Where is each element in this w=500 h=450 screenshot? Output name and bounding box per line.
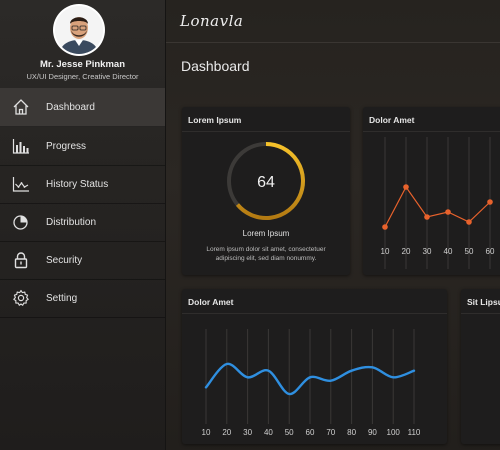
x-tick-label: 80 xyxy=(347,428,356,437)
x-tick-label: 110 xyxy=(408,428,421,437)
sidebar-item-history-status[interactable]: History Status xyxy=(0,165,165,204)
sidebar-item-label: Distribution xyxy=(46,216,97,228)
profile-role: UX/UI Designer, Creative Director xyxy=(26,72,139,81)
sidebar-item-progress[interactable]: Progress xyxy=(0,127,165,166)
x-tick-label: 60 xyxy=(486,247,495,256)
x-tick-label: 20 xyxy=(402,247,411,256)
gauge-card: Lorem Ipsum 64 Lorem Ipsum Lorem ipsum d… xyxy=(182,107,350,275)
card-title: Sit Lipsu xyxy=(467,297,500,307)
x-tick-label: 50 xyxy=(285,428,294,437)
data-point xyxy=(466,219,472,225)
gear-icon xyxy=(13,289,29,306)
x-tick-label: 10 xyxy=(202,428,211,437)
orange-line-card: Dolor Amet 10 20 30 40 50 60 xyxy=(363,107,500,275)
sidebar-item-label: Progress xyxy=(46,140,87,152)
gauge-label: Lorem Ipsum xyxy=(242,229,290,238)
x-tick-label: 30 xyxy=(243,428,252,437)
blue-line-card: Dolor Amet 10 20 30 40 50 60 70 80 90 100 110 xyxy=(182,289,447,444)
x-tick-label: 20 xyxy=(222,428,231,437)
pie-chart-icon xyxy=(13,215,28,230)
sidebar-item-label: History Status xyxy=(46,178,109,190)
sidebar: Mr. Jesse Pinkman UX/UI Designer, Creati… xyxy=(0,0,166,450)
x-tick-label: 50 xyxy=(465,247,474,256)
lock-icon xyxy=(14,252,28,269)
avatar-image xyxy=(55,6,103,54)
x-tick-label: 40 xyxy=(264,428,273,437)
data-point xyxy=(382,224,388,230)
line-chart-icon xyxy=(12,177,29,192)
x-tick-label: 30 xyxy=(423,247,432,256)
sit-lipsu-card: Sit Lipsu xyxy=(461,289,500,444)
blue-line-chart: 10 20 30 40 50 60 70 80 90 100 110 xyxy=(202,329,421,437)
sidebar-item-label: Security xyxy=(46,254,83,266)
page-title: Dashboard xyxy=(181,58,250,74)
data-point xyxy=(424,214,430,220)
card-divider xyxy=(461,313,500,314)
sidebar-item-label: Dashboard xyxy=(46,101,95,113)
header-divider xyxy=(166,42,500,43)
x-tick-label: 70 xyxy=(326,428,335,437)
data-point xyxy=(403,184,409,190)
series-line xyxy=(384,185,491,228)
x-tick-label: 100 xyxy=(387,428,401,437)
profile-name: Mr. Jesse Pinkman xyxy=(39,59,126,70)
sidebar-item-dashboard[interactable]: Dashboard xyxy=(0,88,165,127)
x-tick-label: 10 xyxy=(381,247,390,256)
gauge-value: 64 xyxy=(257,174,275,191)
x-tick-label: 90 xyxy=(368,428,377,437)
orange-line-chart: 10 20 30 40 50 60 xyxy=(381,137,495,269)
brand-logo[interactable]: Lonavla xyxy=(180,12,243,30)
sidebar-item-label: Setting xyxy=(46,292,78,304)
sidebar-item-security[interactable]: Security xyxy=(0,241,165,280)
bar-chart-icon xyxy=(12,139,29,154)
gauge-description: Lorem ipsum dolor sit amet, consectetuer… xyxy=(206,246,326,262)
x-tick-label: 60 xyxy=(306,428,315,437)
sidebar-item-distribution[interactable]: Distribution xyxy=(0,203,165,242)
avatar[interactable] xyxy=(55,6,103,54)
profile-panel: Mr. Jesse Pinkman UX/UI Designer, Creati… xyxy=(0,0,165,88)
sidebar-item-setting[interactable]: Setting xyxy=(0,279,165,318)
x-tick-label: 40 xyxy=(444,247,453,256)
main-content: Lonavla Dashboard Lorem Ipsum 64 Lorem I… xyxy=(166,0,500,450)
home-icon xyxy=(13,99,29,115)
data-point xyxy=(445,209,451,215)
data-point xyxy=(487,199,493,205)
